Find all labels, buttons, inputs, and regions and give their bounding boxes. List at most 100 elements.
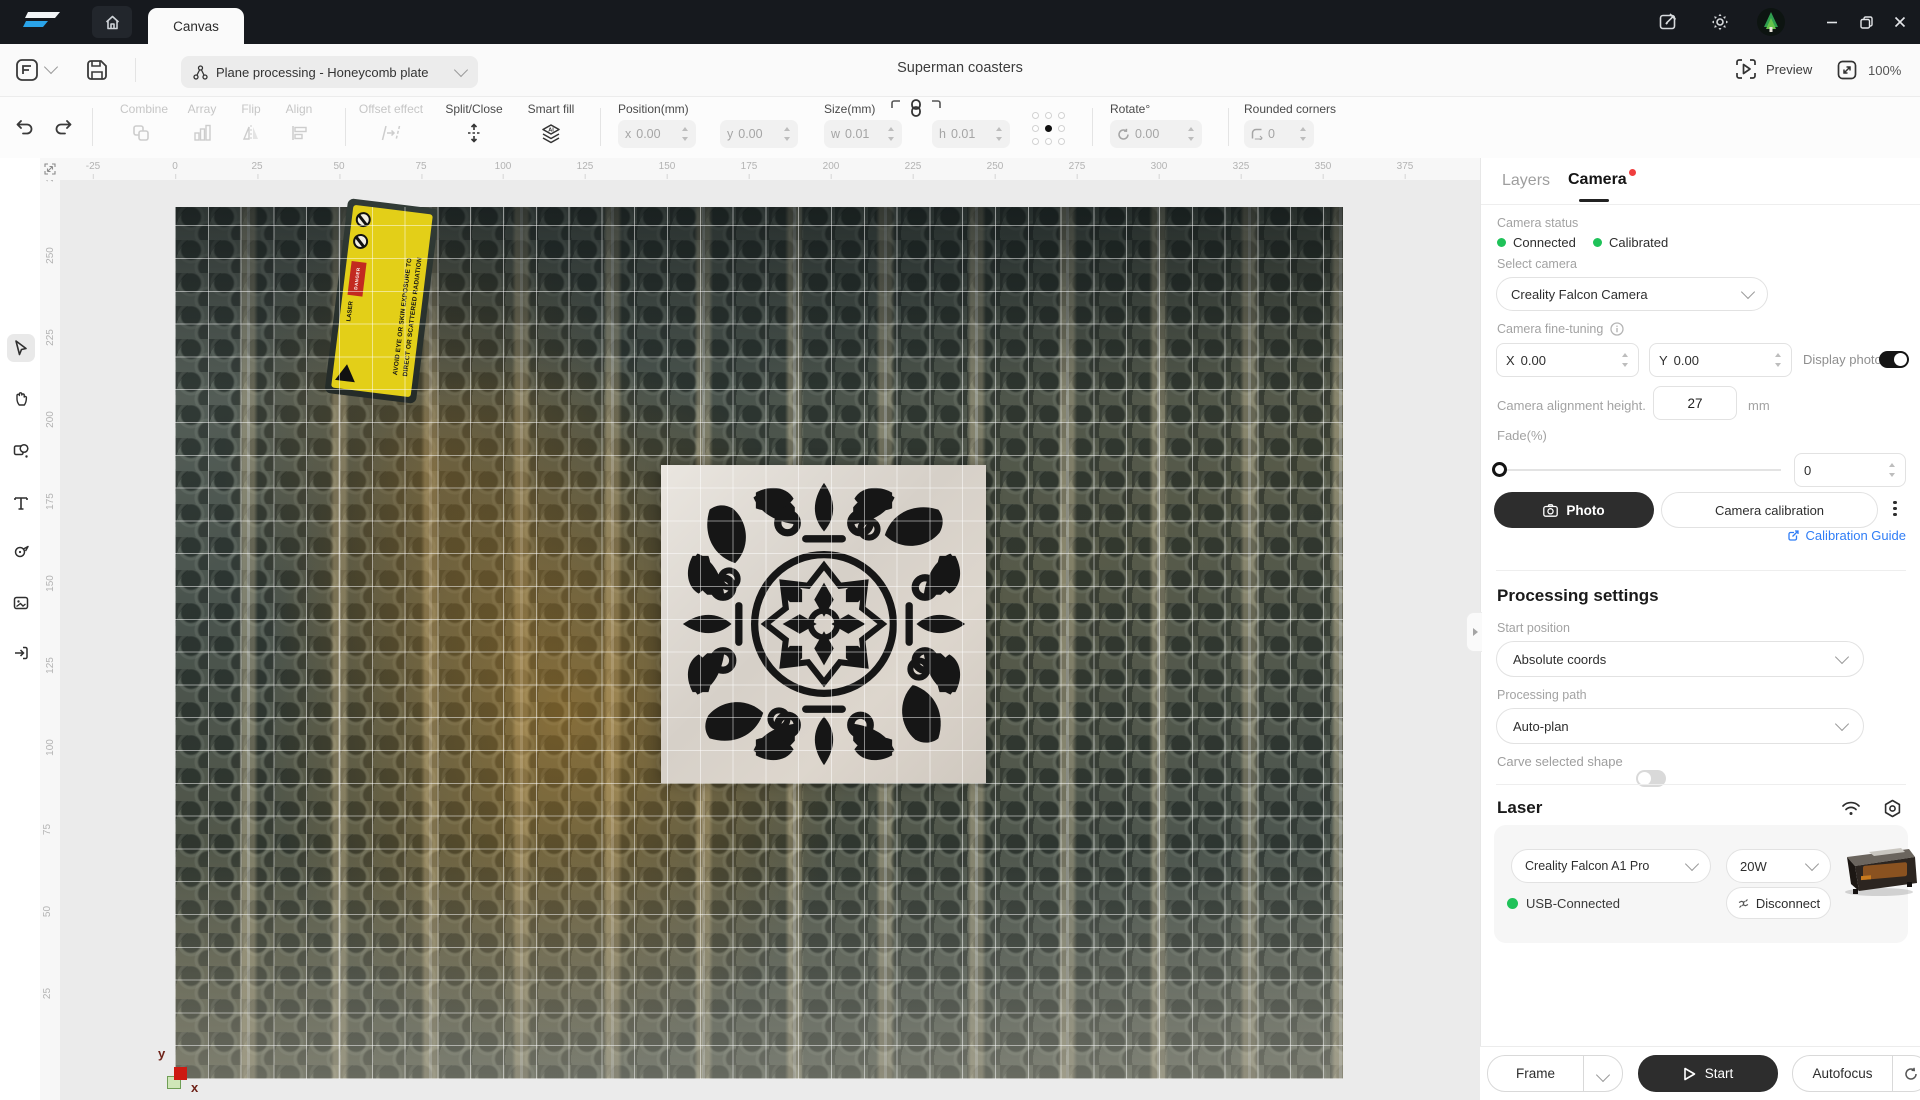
account-avatar[interactable] [1756,7,1786,37]
stepper-icon[interactable] [1300,126,1307,142]
size-h-input[interactable]: h0.01 [932,120,1010,148]
photo-button[interactable]: Photo [1494,492,1654,528]
laser-warning-sticker: DANGER LASER AVOID EYE OR SKIN EXPOSURE … [331,205,433,397]
start-position-dropdown[interactable]: Absolute coords [1496,641,1864,677]
fade-slider-knob[interactable] [1492,462,1507,477]
processing-path-dropdown[interactable]: Auto-plan [1496,708,1864,744]
stepper-icon[interactable] [996,126,1003,142]
calibration-guide-link[interactable]: Calibration Guide [1806,528,1906,543]
aspect-lock-icon[interactable] [890,98,942,118]
rounded-corners-input[interactable]: 0 [1244,120,1314,148]
more-options-button[interactable] [1893,498,1897,519]
array-button[interactable] [191,122,213,144]
stepper-icon[interactable] [1889,462,1896,478]
ruler-tick: 50 [42,906,53,917]
coaster-design-object[interactable] [661,465,986,783]
alignment-height-label: Camera alignment height. [1497,398,1646,413]
text-tool[interactable] [7,489,35,517]
feedback-button[interactable] [1648,6,1688,38]
tab-label: Canvas [173,19,219,34]
import-tool[interactable] [7,639,35,667]
stepper-icon[interactable] [888,126,895,142]
menu-bar: Plane processing - Honeycomb plate Super… [0,44,1920,97]
size-w-input[interactable]: w0.01 [824,120,902,148]
fine-tune-x-input[interactable]: X0.00 [1496,343,1639,377]
align-label: Align [281,102,317,116]
position-x-input[interactable]: x 0.00 [618,120,696,148]
preview-button[interactable]: Preview [1734,57,1812,81]
alignment-height-input[interactable]: 27 [1653,386,1737,420]
stepper-icon[interactable] [1775,352,1782,368]
position-y-input[interactable]: y0.00 [720,120,798,148]
edit-toolbar: Combine Array Flip Align Offset effect S… [0,96,1920,158]
action-bar: Frame Start Autofocus [1480,1046,1920,1100]
device-settings-icon[interactable] [1883,799,1902,818]
laser-model-dropdown[interactable]: Creality Falcon A1 Pro [1511,849,1711,883]
prefix: Y [1659,353,1668,368]
fade-value-input[interactable]: 0 [1794,453,1906,487]
status-dot-green [1593,238,1602,247]
laser-power-dropdown[interactable]: 20W [1726,849,1831,883]
wifi-icon[interactable] [1841,800,1861,817]
display-photo-label: Display photo [1803,352,1882,367]
close-button[interactable] [1880,6,1920,38]
disconnect-button[interactable]: Disconnect [1726,887,1831,919]
chevron-down-icon [1805,857,1819,871]
autofocus-refresh-icon[interactable] [1893,1067,1920,1081]
calibrated-label: Calibrated [1609,235,1668,250]
camera-calibration-button[interactable]: Camera calibration [1661,492,1878,528]
prefix: x [625,127,631,141]
fine-tune-y-input[interactable]: Y0.00 [1649,343,1792,377]
x-axis-label: x [191,1080,198,1095]
undo-button[interactable] [14,116,36,138]
carve-shape-label: Carve selected shape [1497,754,1623,769]
split-close-button[interactable] [463,122,485,144]
fade-slider-track[interactable] [1499,469,1781,471]
stepper-icon[interactable] [1188,126,1195,142]
rotate-label: Rotate° [1110,102,1150,116]
anchor-point-grid[interactable] [1032,112,1065,145]
ruler-corner[interactable] [40,158,60,180]
home-button[interactable] [92,6,132,38]
fine-tuning-row: Camera fine-tuning [1497,322,1624,336]
split-close-label: Split/Close [440,102,508,116]
fit-view-button[interactable] [1836,59,1858,81]
smart-fill-button[interactable]: AI [539,122,563,146]
ruler-tick: 300 [1151,161,1168,172]
redo-button[interactable] [52,116,74,138]
value: 0.00 [636,127,677,141]
frame-options-chevron[interactable] [1584,1068,1622,1080]
align-button[interactable] [288,122,310,144]
zoom-level[interactable]: 100% [1868,63,1901,78]
ruler-tick: 275 [1069,161,1086,172]
autofocus-button[interactable]: Autofocus [1792,1055,1920,1092]
trace-tool[interactable] [7,538,35,566]
rotate-input[interactable]: 0.00 [1110,120,1202,148]
pan-tool[interactable] [7,385,35,413]
combine-button[interactable] [130,122,152,144]
panel-collapse-handle[interactable] [1466,612,1482,652]
shapes-tool[interactable] [7,437,35,465]
tab-camera[interactable]: Camera [1568,171,1627,189]
offset-effect-button[interactable] [380,122,402,144]
link-icon [1787,529,1800,542]
frame-button[interactable]: Frame [1487,1055,1623,1092]
flip-button[interactable] [240,122,262,144]
camera-select-dropdown[interactable]: Creality Falcon Camera [1496,277,1768,311]
ruler-tick: 25 [42,988,53,999]
stepper-icon[interactable] [682,126,689,142]
ruler-tick: 200 [45,411,56,428]
select-tool[interactable] [7,334,35,362]
divider [1481,204,1920,205]
tab-canvas[interactable]: Canvas [148,8,244,44]
image-tool[interactable] [7,589,35,617]
stepper-icon[interactable] [1622,352,1629,368]
stepper-icon[interactable] [784,126,791,142]
start-button[interactable]: Start [1638,1055,1778,1092]
right-panel: Layers Camera Camera status Connected Ca… [1480,158,1920,1100]
prohibition-icon [352,233,369,250]
info-icon[interactable] [1610,322,1624,336]
settings-button[interactable] [1700,6,1740,38]
display-photo-toggle[interactable] [1879,351,1909,368]
tab-layers[interactable]: Layers [1502,172,1550,190]
